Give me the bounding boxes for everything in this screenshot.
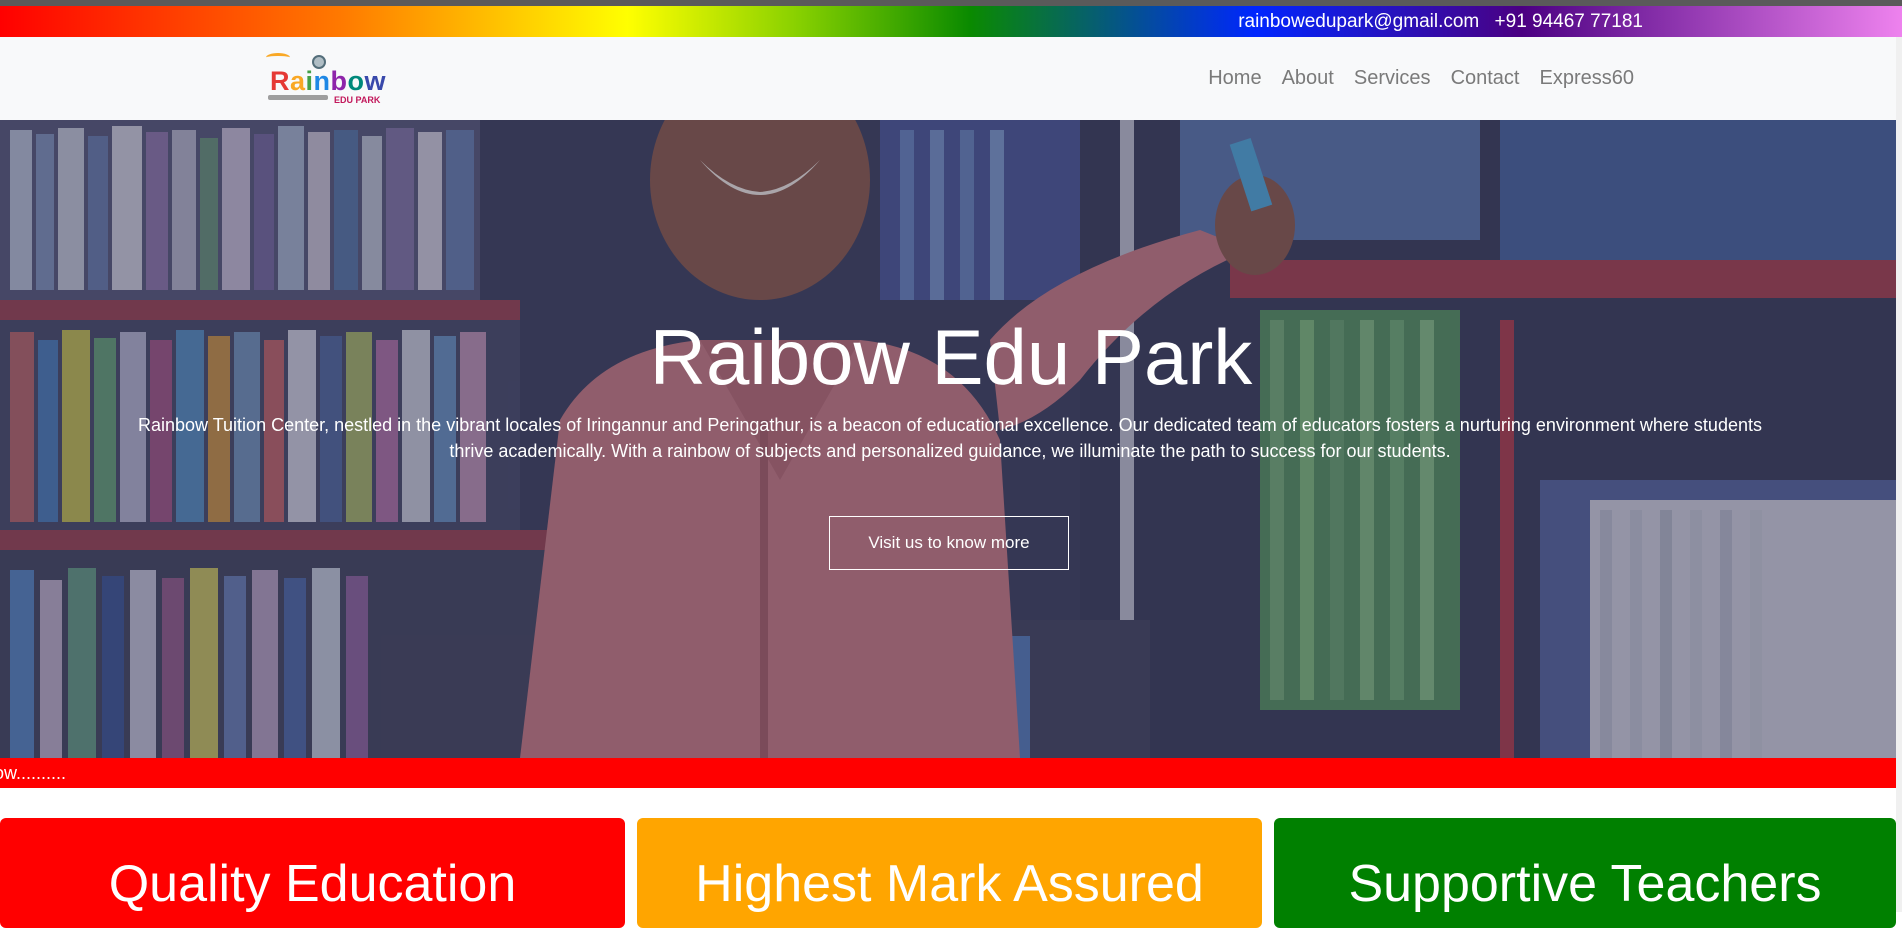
topbar-email[interactable]: rainbowedupark@gmail.com [1238, 11, 1479, 32]
logo-letter: b [330, 66, 348, 96]
logo-subtitle: EDU PARK [334, 95, 381, 105]
contact-topbar: rainbowedupark@gmail.com +91 94467 77181 [0, 6, 1902, 37]
logo-letter: n [313, 66, 331, 96]
logo-letter: i [305, 66, 314, 96]
logo-letter: o [347, 66, 365, 96]
page-scrollbar[interactable] [1896, 37, 1902, 912]
feature-card-title: Highest Mark Assured [695, 855, 1204, 913]
hero-title: Raibow Edu Park [649, 313, 1253, 401]
main-navbar: Rainbow EDU PARK Home About Services Con… [0, 37, 1902, 120]
site-logo[interactable]: Rainbow EDU PARK [266, 53, 390, 105]
logo-swoosh-icon [266, 53, 290, 62]
feature-cards: Quality Education Highest Mark Assured S… [0, 818, 1902, 928]
nav-services[interactable]: Services [1354, 67, 1431, 90]
hero-description: Rainbow Tuition Center, nestled in the v… [138, 415, 1762, 461]
logo-letter: R [270, 66, 290, 96]
topbar-contact-info: rainbowedupark@gmail.com +91 94467 77181 [1238, 6, 1643, 37]
ticker-text: ow.......... [0, 763, 67, 783]
hero-section: Raibow Edu Park Rainbow Tuition Center, … [0, 120, 1902, 758]
visit-us-button[interactable]: Visit us to know more [829, 516, 1069, 570]
nav-links: Home About Services Contact Express60 [1208, 37, 1634, 120]
logo-letter: a [290, 66, 306, 96]
feature-card-title: Quality Education [108, 855, 517, 913]
topbar-phone[interactable]: +91 94467 77181 [1495, 11, 1643, 32]
logo-underline [268, 95, 328, 100]
scrolling-ticker: ow.......... [0, 758, 1902, 788]
nav-express60[interactable]: Express60 [1540, 67, 1635, 90]
nav-contact[interactable]: Contact [1451, 67, 1520, 90]
nav-about[interactable]: About [1282, 67, 1334, 90]
nav-home[interactable]: Home [1208, 67, 1261, 90]
logo-letter: w [364, 66, 387, 96]
feature-card-title: Supportive Teachers [1348, 855, 1822, 913]
logo-wordmark: Rainbow [270, 67, 386, 95]
